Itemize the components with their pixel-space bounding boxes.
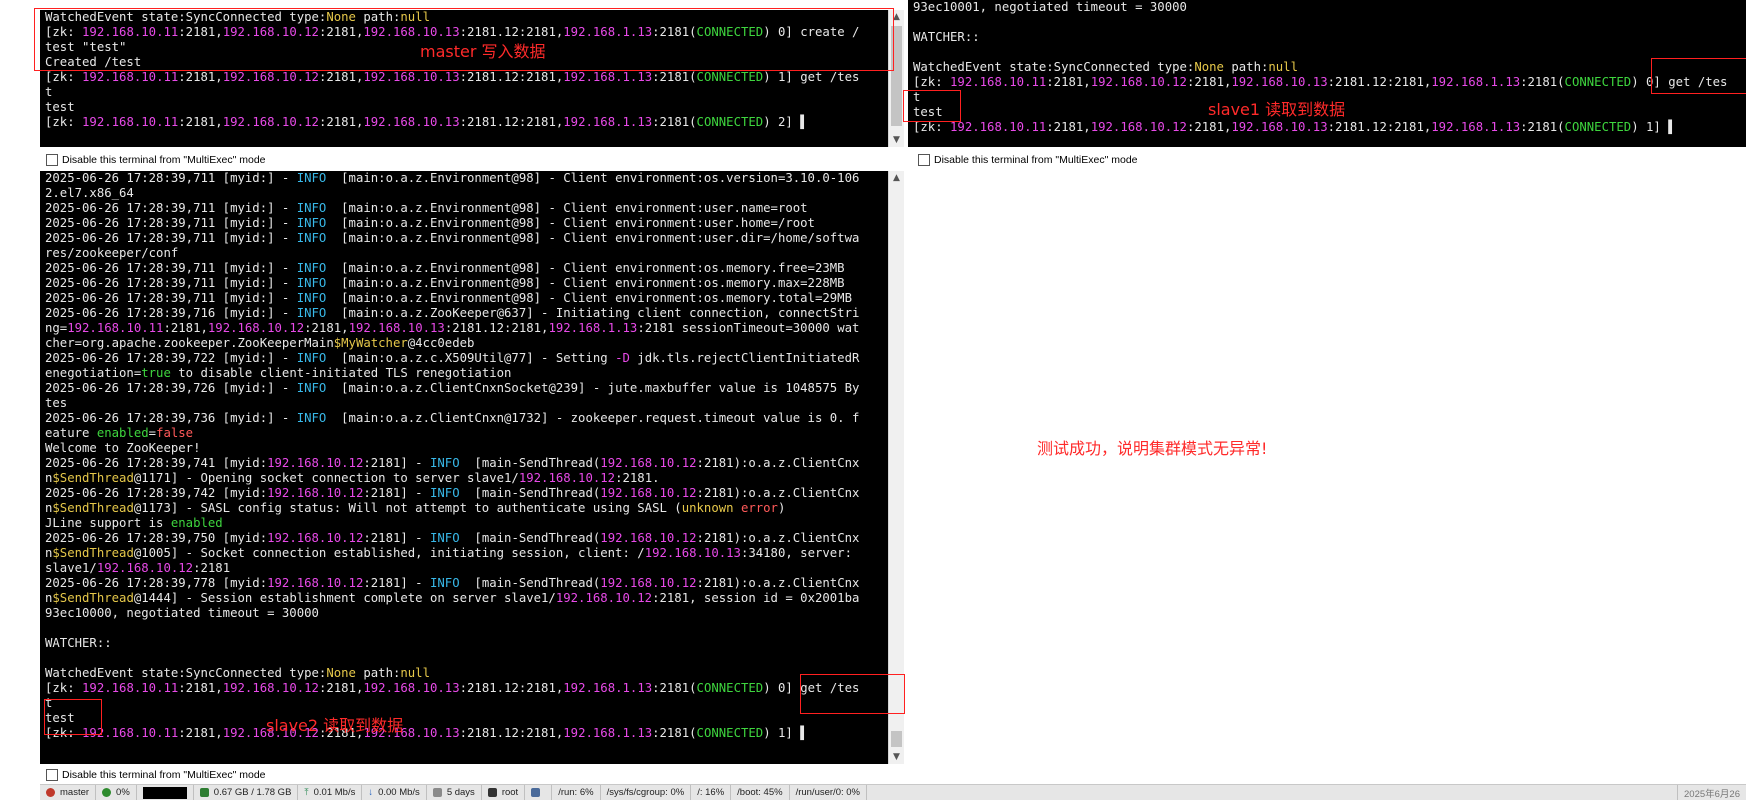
annotation-slave2-read: slave2 读取到数据 xyxy=(266,716,404,735)
status-user: root xyxy=(482,785,526,800)
status-disk-boot: /boot: 45% xyxy=(731,785,790,800)
multiexec-disable-label: Disable this terminal from "MultiExec" m… xyxy=(62,769,266,781)
checkbox-icon[interactable] xyxy=(46,769,58,781)
status-cpu-value: 0% xyxy=(116,787,130,798)
upload-arrow-icon: ⤒ xyxy=(304,787,309,798)
user-icon xyxy=(487,788,497,797)
cpu-icon xyxy=(102,788,112,797)
status-host-label: master xyxy=(60,787,90,798)
status-upload-value: 0.01 Mb/s xyxy=(313,787,356,798)
multiexec-disable-slave1[interactable]: Disable this terminal from "MultiExec" m… xyxy=(912,150,1138,170)
terminal-slave2[interactable]: 2025-06-26 17:28:39,711 [myid:] - INFO [… xyxy=(40,171,888,764)
scroll-down-icon[interactable]: ▼ xyxy=(889,133,904,147)
uptime-icon xyxy=(432,788,442,797)
status-download-value: 0.00 Mb/s xyxy=(378,787,420,798)
status-download: ↓ 0.00 Mb/s xyxy=(362,785,427,800)
multiexec-disable-master[interactable]: Disable this terminal from "MultiExec" m… xyxy=(40,150,266,170)
status-host[interactable]: master xyxy=(40,785,97,800)
highlight-box-slave2-get xyxy=(800,674,905,714)
status-clock: 2025年6月26 xyxy=(1677,785,1746,800)
status-disk-runuser: /run/user/0: 0% xyxy=(790,785,867,800)
annotation-slave1-read: slave1 读取到数据 xyxy=(1208,100,1346,119)
scroll-up-icon[interactable]: ▲ xyxy=(889,171,904,185)
status-disk-cgroup: /sys/fs/cgroup: 0% xyxy=(601,785,692,800)
multiexec-disable-label: Disable this terminal from "MultiExec" m… xyxy=(934,154,1138,166)
status-disk-run: /run: 6% xyxy=(552,785,601,800)
annotation-master-write: master 写入数据 xyxy=(420,42,546,61)
disk-icon xyxy=(531,788,541,797)
status-bar: master 0% 0.67 GB / 1.78 GB ⤒ 0.01 Mb/s … xyxy=(40,784,1746,800)
highlight-box-slave2-result xyxy=(44,699,102,735)
status-disk-root: /: 16% xyxy=(691,785,732,800)
status-upload: ⤒ 0.01 Mb/s xyxy=(298,785,363,800)
status-uptime-value: 5 days xyxy=(446,787,475,798)
terminal-slave1[interactable]: 93ec10001, negotiated timeout = 30000 WA… xyxy=(908,0,1746,147)
terminal-slave2-output: 2025-06-26 17:28:39,711 [myid:] - INFO [… xyxy=(45,171,860,740)
status-memory-value: 0.67 GB / 1.78 GB xyxy=(213,787,292,798)
left-margin xyxy=(0,0,40,784)
highlight-box-slave1-get xyxy=(1651,58,1746,94)
scroll-down-icon[interactable]: ▼ xyxy=(889,750,904,764)
highlight-box-slave1-result xyxy=(903,90,961,122)
checkbox-icon[interactable] xyxy=(46,154,58,166)
cpu-graph xyxy=(142,786,187,799)
status-cpu: 0% xyxy=(96,785,137,800)
download-arrow-icon: ↓ xyxy=(368,787,374,798)
multiexec-disable-slave2[interactable]: Disable this terminal from "MultiExec" m… xyxy=(40,765,266,785)
host-icon xyxy=(46,788,55,797)
status-cpu-graph xyxy=(137,785,194,800)
status-memory: 0.67 GB / 1.78 GB xyxy=(194,785,299,800)
memory-icon xyxy=(199,788,209,797)
annotation-test-success: 测试成功，说明集群模式无异常! xyxy=(1037,439,1268,458)
status-disk-icon-seg xyxy=(525,785,553,800)
scroll-thumb[interactable] xyxy=(891,731,902,747)
multiexec-disable-label: Disable this terminal from "MultiExec" m… xyxy=(62,154,266,166)
status-uptime: 5 days xyxy=(427,785,482,800)
status-user-value: root xyxy=(501,787,519,798)
checkbox-icon[interactable] xyxy=(918,154,930,166)
